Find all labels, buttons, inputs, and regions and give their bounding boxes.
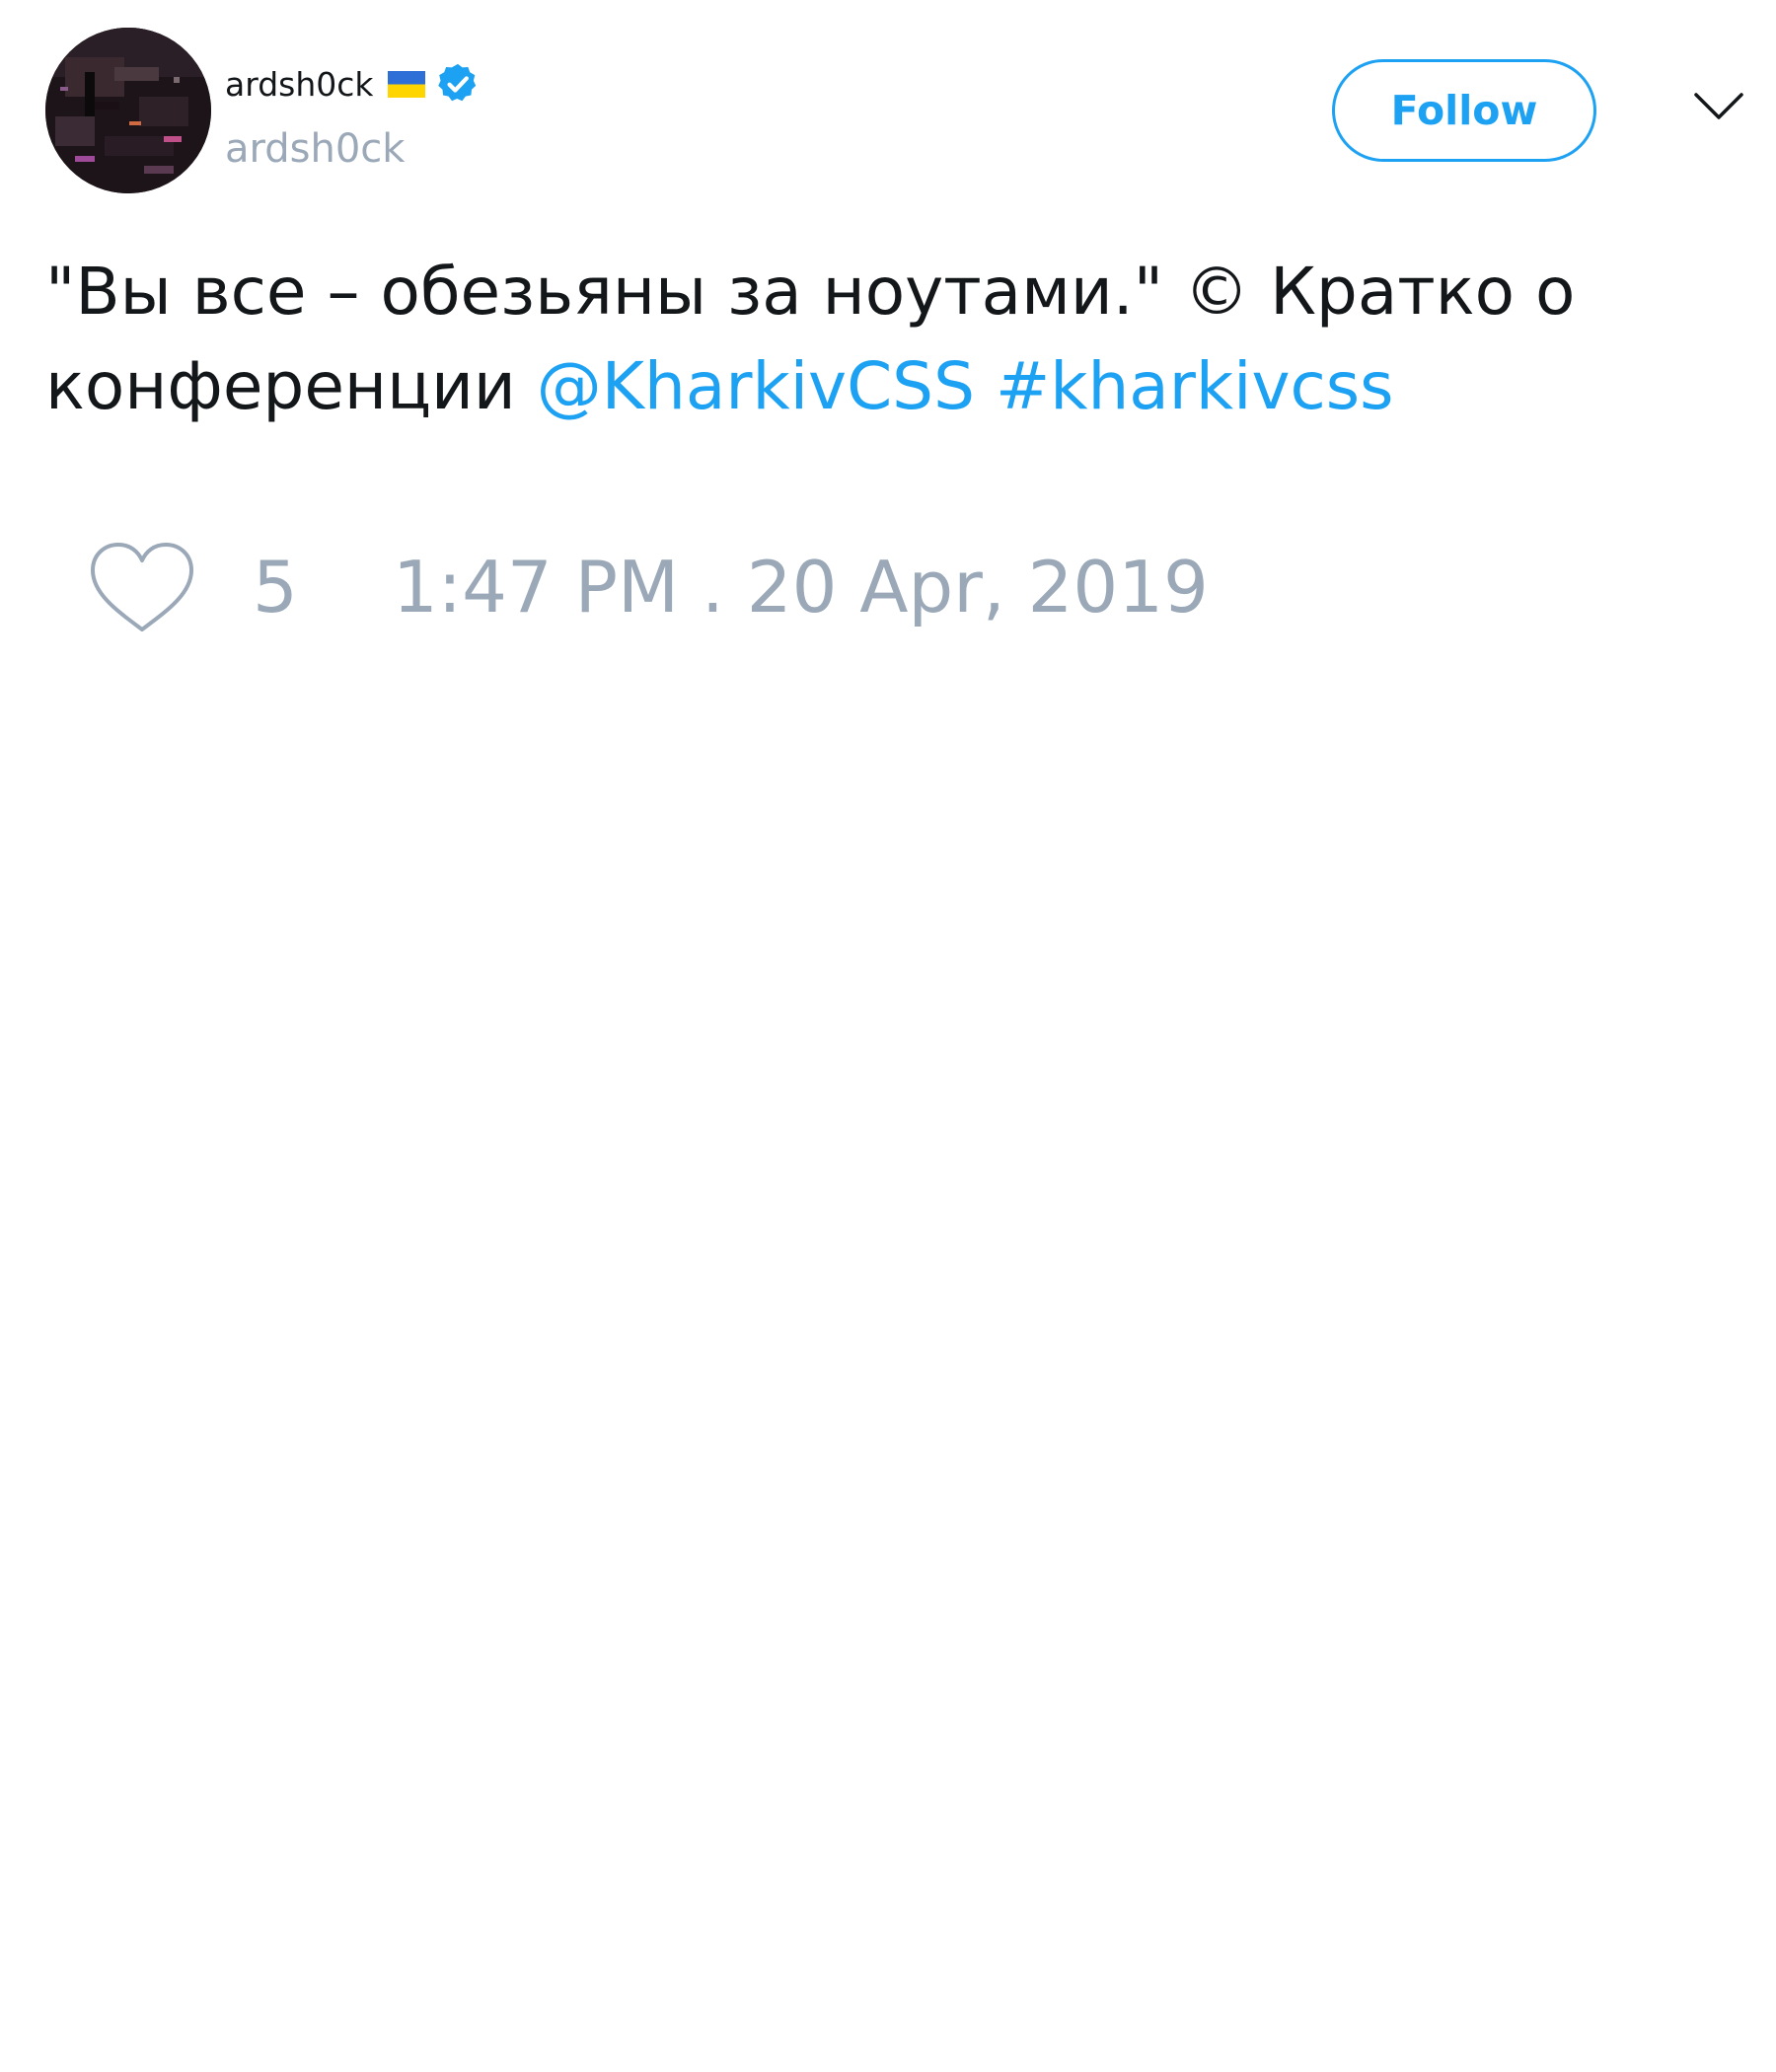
tweet-card: ardsh0ck ardsh0ck Follow "Вы все – обезь…	[0, 0, 1776, 2072]
author-display-name[interactable]: ardsh0ck	[225, 65, 374, 104]
follow-button[interactable]: Follow	[1332, 59, 1596, 162]
ukraine-flag-icon	[387, 70, 425, 98]
tweet-timestamp[interactable]: 1:47 PM . 20 Apr, 2019	[393, 546, 1209, 629]
author-name-row: ardsh0ck	[225, 59, 481, 109]
tweet-text: "Вы все – обезьяны за ноутами." © Кратко…	[45, 245, 1723, 434]
hashtag-link[interactable]: #kharkivcss	[996, 348, 1394, 424]
avatar[interactable]	[45, 28, 211, 193]
verified-badge-icon	[435, 61, 481, 107]
chevron-down-icon[interactable]	[1693, 91, 1744, 122]
author-handle[interactable]: ardsh0ck	[225, 126, 405, 172]
mention-link[interactable]: @KharkivCSS	[537, 348, 975, 424]
like-count[interactable]: 5	[253, 546, 298, 629]
heart-icon[interactable]	[89, 541, 195, 635]
